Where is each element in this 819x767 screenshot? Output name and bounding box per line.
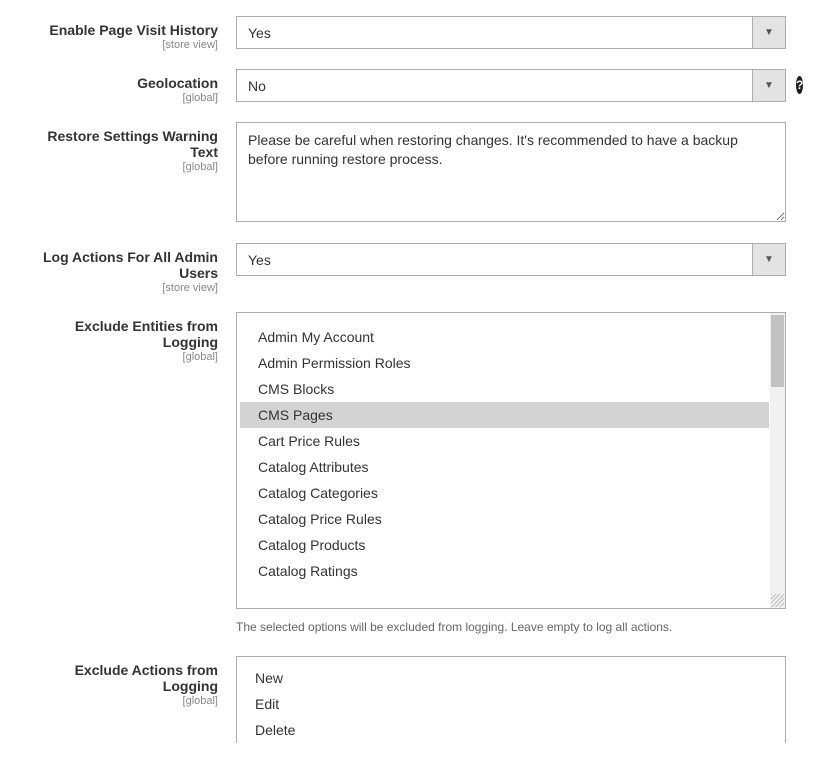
- entity-option[interactable]: Catalog Categories: [240, 480, 769, 506]
- entity-option[interactable]: Admin Permission Roles: [240, 350, 769, 376]
- entity-option[interactable]: CMS Pages: [240, 402, 769, 428]
- label-exclude-actions: Exclude Actions from Logging [global]: [18, 656, 236, 707]
- entity-option[interactable]: Catalog Price Rules: [240, 506, 769, 532]
- enable-history-select[interactable]: Yes ▼: [236, 16, 786, 49]
- scope-text: [global]: [18, 351, 218, 363]
- label-text: Exclude Actions from Logging: [75, 662, 218, 694]
- label-text: Restore Settings Warning Text: [47, 128, 218, 160]
- exclude-entities-multiselect[interactable]: Admin My AccountAdmin Permission RolesCM…: [236, 312, 786, 609]
- help-icon[interactable]: ?: [796, 76, 803, 94]
- entity-option[interactable]: Catalog Products: [240, 532, 769, 558]
- scrollbar[interactable]: [770, 313, 785, 608]
- label-text: Exclude Entities from Logging: [75, 318, 218, 350]
- action-option[interactable]: New: [237, 665, 785, 691]
- exclude-actions-multiselect[interactable]: NewEditDelete: [236, 656, 786, 743]
- scope-text: [global]: [18, 695, 218, 707]
- restore-warning-textarea[interactable]: [236, 122, 786, 222]
- entity-option[interactable]: Cart Price Rules: [240, 428, 769, 454]
- scope-text: [global]: [18, 161, 218, 173]
- entity-option[interactable]: Catalog Ratings: [240, 558, 769, 584]
- chevron-down-icon: ▼: [752, 244, 785, 275]
- scrollbar-thumb[interactable]: [771, 315, 784, 387]
- label-text: Geolocation: [137, 75, 218, 91]
- label-exclude-entities: Exclude Entities from Logging [global]: [18, 312, 236, 363]
- resize-grip-icon[interactable]: [771, 594, 784, 607]
- scope-text: [store view]: [18, 282, 218, 294]
- label-enable-history: Enable Page Visit History [store view]: [18, 16, 236, 51]
- entity-option[interactable]: Admin My Account: [240, 324, 769, 350]
- chevron-down-icon: ▼: [752, 70, 785, 101]
- log-all-value: Yes: [237, 244, 752, 275]
- action-option[interactable]: Delete: [237, 717, 785, 743]
- label-geolocation: Geolocation [global]: [18, 69, 236, 104]
- entity-option[interactable]: Catalog Attributes: [240, 454, 769, 480]
- label-log-all: Log Actions For All Admin Users [store v…: [18, 243, 236, 294]
- geolocation-value: No: [237, 70, 752, 101]
- geolocation-select[interactable]: No ▼: [236, 69, 786, 102]
- label-restore-text: Restore Settings Warning Text [global]: [18, 122, 236, 173]
- scope-text: [store view]: [18, 39, 218, 51]
- enable-history-value: Yes: [237, 17, 752, 48]
- log-all-select[interactable]: Yes ▼: [236, 243, 786, 276]
- label-text: Enable Page Visit History: [49, 22, 218, 38]
- label-text: Log Actions For All Admin Users: [43, 249, 218, 281]
- exclude-entities-helptext: The selected options will be excluded fr…: [236, 620, 786, 634]
- chevron-down-icon: ▼: [752, 17, 785, 48]
- action-option[interactable]: Edit: [237, 691, 785, 717]
- scope-text: [global]: [18, 92, 218, 104]
- entity-option[interactable]: CMS Blocks: [240, 376, 769, 402]
